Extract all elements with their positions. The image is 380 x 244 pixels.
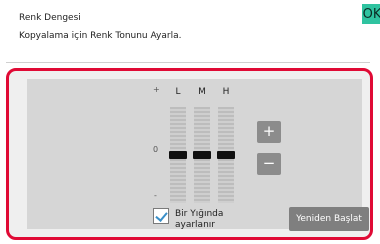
adjustment-area: + 0 - L M H + − Bir Yığında ayarlanır Ye…: [27, 79, 369, 231]
header: Renk Dengesi Kopyalama için Renk Tonunu …: [6, 4, 380, 63]
slider-h[interactable]: [217, 107, 235, 203]
page-subtitle: Kopyalama için Renk Tonunu Ayarla.: [19, 31, 182, 41]
page-title: Renk Dengesi: [19, 13, 81, 23]
slider-h-knob[interactable]: [217, 151, 235, 159]
slider-m[interactable]: [193, 107, 211, 203]
scale-minus-label: -: [154, 191, 157, 200]
slider-label-h: H: [222, 87, 230, 97]
scale-zero-label: 0: [153, 145, 159, 154]
reset-button[interactable]: Yeniden Başlat: [289, 207, 369, 231]
slider-m-knob[interactable]: [193, 151, 211, 159]
checkmark-icon: [155, 209, 168, 222]
slider-label-l: L: [175, 87, 181, 97]
scale-plus-label: +: [153, 85, 160, 94]
color-balance-panel: + 0 - L M H + − Bir Yığında ayarlanır Ye…: [6, 68, 373, 240]
ok-button[interactable]: OK: [362, 4, 380, 24]
slider-l-knob[interactable]: [169, 151, 187, 159]
batch-adjust-checkbox[interactable]: [153, 208, 169, 224]
increase-button[interactable]: +: [257, 121, 281, 143]
slider-l[interactable]: [169, 107, 187, 203]
batch-adjust-label: Bir Yığında ayarlanır: [175, 209, 224, 230]
slider-label-m: M: [198, 87, 206, 97]
decrease-button[interactable]: −: [257, 153, 281, 175]
